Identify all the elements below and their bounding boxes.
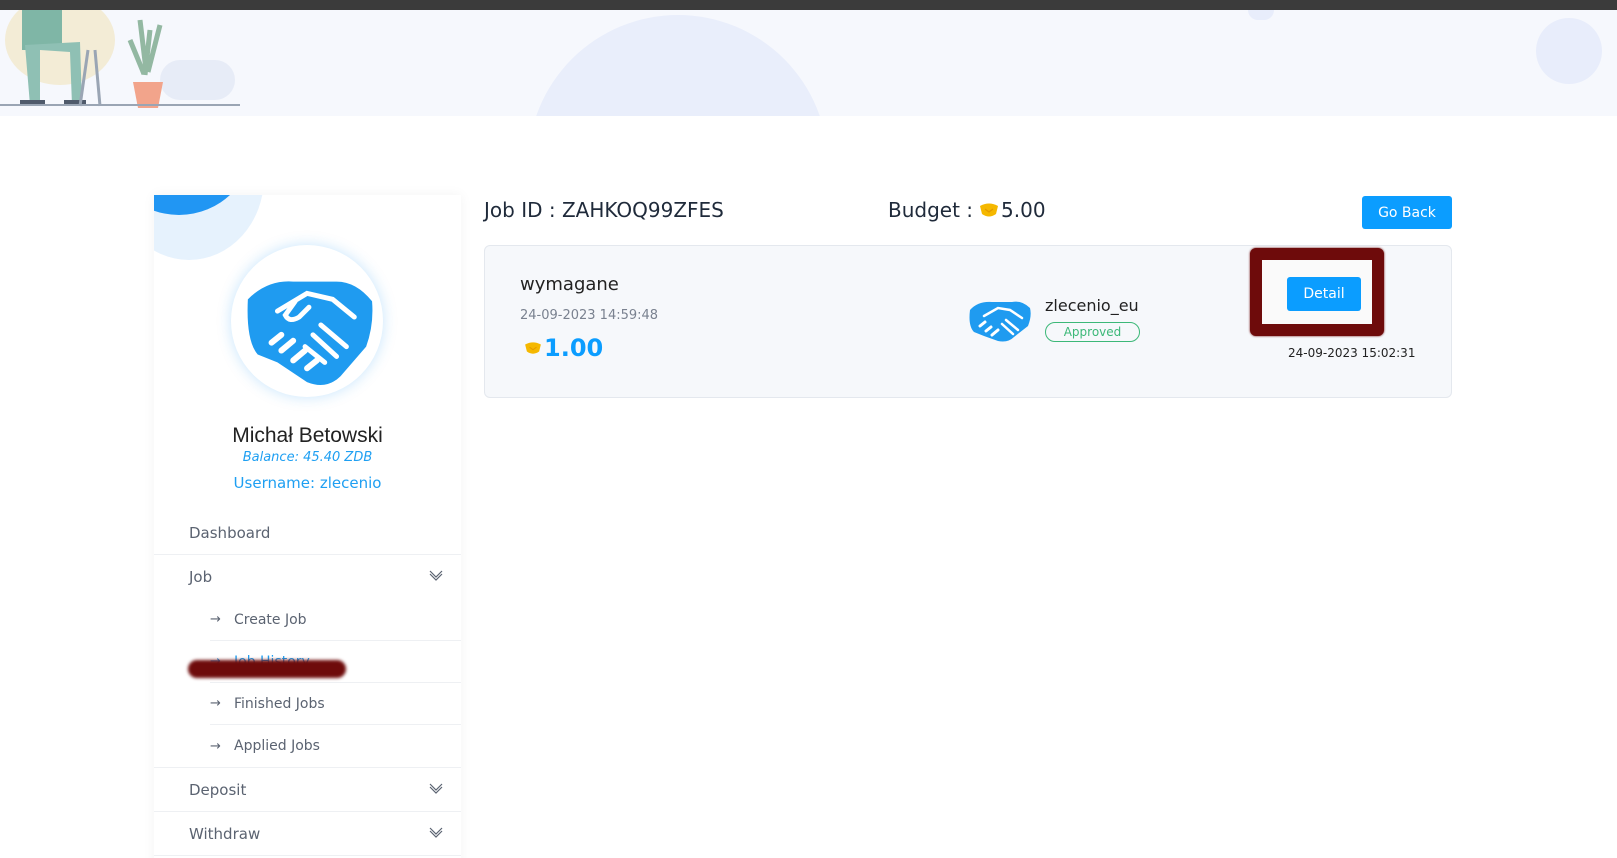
profile-balance: Balance: 45.40 ZDB	[242, 450, 373, 465]
job-submitted-time: 24-09-2023 15:02:31	[1288, 346, 1416, 360]
sidebar-subitem-label: Finished Jobs	[234, 695, 325, 712]
job-title: wymagane	[520, 274, 619, 295]
detail-button[interactable]: Detail	[1287, 277, 1361, 311]
go-back-button[interactable]: Go Back	[1362, 196, 1452, 229]
budget-label: Budget :	[888, 198, 974, 222]
chevron-down-icon	[429, 570, 443, 581]
budget: Budget : 5.00	[888, 198, 1046, 222]
coin-icon	[980, 203, 999, 217]
sidebar-item-job[interactable]: Job	[154, 555, 461, 599]
sidebar-subitem-label: Create Job	[234, 611, 307, 628]
chevron-down-icon	[429, 827, 443, 838]
profile-username: Username: zlecenio	[233, 474, 382, 492]
handshake-icon	[239, 253, 375, 389]
sidebar-item-withdraw[interactable]: Withdraw	[154, 812, 461, 856]
redaction-mark	[188, 660, 346, 678]
profile-sidebar: Michał Betowski Balance: 45.40 ZDB Usern…	[154, 195, 461, 858]
job-card: wymagane 24-09-2023 14:59:48 1.00 zlecen…	[484, 245, 1452, 398]
banner-shelf-line	[0, 104, 240, 106]
page-banner	[0, 10, 1617, 116]
banner-decoration	[1248, 10, 1274, 20]
arrow-right-icon: →	[210, 612, 221, 627]
job-price-value: 1.00	[544, 334, 604, 362]
sidebar-nav: Dashboard Job → Create Job → Job History…	[154, 511, 461, 856]
profile-name: Michał Betowski	[232, 424, 383, 447]
sidebar-item-label: Job	[189, 568, 213, 586]
sidebar-subitem-create-job[interactable]: → Create Job	[210, 599, 461, 641]
browser-top-bar	[0, 0, 1617, 10]
sidebar-item-deposit[interactable]: Deposit	[154, 768, 461, 812]
banner-decoration	[528, 15, 828, 116]
handshake-icon	[969, 301, 1031, 342]
budget-value: 5.00	[1001, 198, 1046, 222]
job-date: 24-09-2023 14:59:48	[520, 308, 659, 323]
sidebar-item-label: Dashboard	[189, 523, 271, 542]
banner-decoration	[1536, 18, 1602, 84]
arrow-right-icon: →	[210, 696, 221, 711]
arrow-right-icon: →	[210, 738, 221, 754]
sidebar-subitem-label: Applied Jobs	[234, 738, 320, 754]
sidebar-subitem-applied-jobs[interactable]: → Applied Jobs	[210, 725, 461, 767]
banner-illustration	[5, 10, 235, 108]
sidebar-item-label: Deposit	[189, 780, 247, 799]
chevron-down-icon	[429, 783, 443, 794]
sidebar-subitem-finished-jobs[interactable]: → Finished Jobs	[210, 683, 461, 725]
job-id: Job ID : ZAHKOQ99ZFES	[484, 198, 724, 222]
sidebar-item-dashboard[interactable]: Dashboard	[154, 511, 461, 555]
coin-icon	[525, 342, 541, 354]
sidebar-item-label: Withdraw	[189, 824, 261, 843]
job-price: 1.00	[520, 334, 603, 362]
status-badge: Approved	[1045, 322, 1140, 342]
avatar	[231, 245, 383, 397]
worker-username: zlecenio_eu	[1045, 296, 1139, 315]
